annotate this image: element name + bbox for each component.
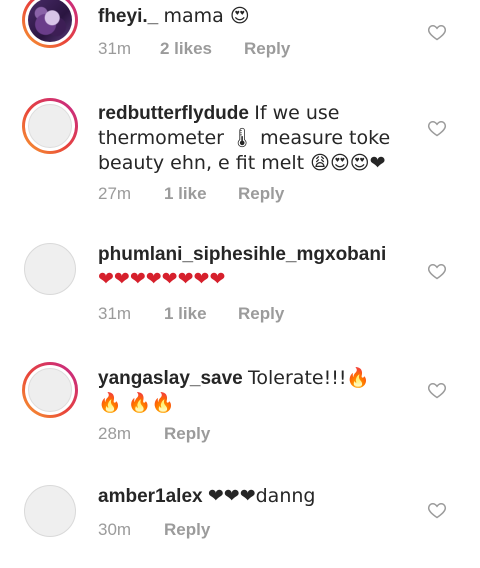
heart-outline-icon[interactable]	[427, 500, 447, 520]
reply-button[interactable]: Reply	[238, 304, 284, 324]
comment-time: 30m	[98, 520, 132, 539]
comment-username[interactable]: yangaslay_save	[98, 368, 243, 389]
comment-time: 31m	[98, 304, 132, 323]
profile-photo	[28, 368, 72, 412]
profile-photo	[28, 104, 72, 148]
comment-username[interactable]: fheyi._	[98, 6, 158, 27]
comment-time: 28m	[98, 424, 132, 443]
comment-body: phumlani_siphesihle_mgxobani ❤❤❤❤❤❤❤❤	[98, 243, 418, 292]
avatar[interactable]	[24, 243, 76, 295]
comment-meta: 31m 2 likes Reply	[98, 39, 290, 59]
comment-body: redbutterflydude If we use thermometer 🌡…	[98, 101, 418, 176]
profile-photo	[28, 0, 72, 42]
comment-text: mama 😍	[163, 5, 250, 27]
avatar[interactable]	[22, 362, 78, 418]
comment-meta: 27m 1 like Reply	[98, 184, 284, 204]
comment-likes[interactable]: 1 like	[164, 184, 238, 204]
comment-text: ❤❤❤❤❤❤❤❤	[98, 268, 226, 290]
avatar[interactable]	[22, 98, 78, 154]
heart-outline-icon[interactable]	[427, 261, 447, 281]
comment-meta: 31m 1 like Reply	[98, 304, 284, 324]
comment-username[interactable]: redbutterflydude	[98, 103, 249, 124]
reply-button[interactable]: Reply	[244, 39, 290, 59]
comment-text: ❤❤❤danng	[207, 485, 316, 507]
heart-outline-icon[interactable]	[427, 22, 447, 42]
comment-likes[interactable]: 2 likes	[160, 39, 244, 59]
comment-username[interactable]: amber1alex	[98, 486, 203, 507]
comment-body: yangaslay_save Tolerate!!!🔥 🔥 🔥🔥	[98, 366, 398, 416]
heart-outline-icon[interactable]	[427, 380, 447, 400]
reply-button[interactable]: Reply	[164, 424, 210, 444]
comment-likes[interactable]: 1 like	[164, 304, 238, 324]
avatar[interactable]	[22, 0, 78, 48]
reply-button[interactable]: Reply	[164, 520, 210, 540]
comment-body: amber1alex ❤❤❤danng	[98, 484, 418, 509]
comment-body: fheyi._ mama 😍	[98, 4, 418, 29]
comment-time: 27m	[98, 184, 132, 203]
comment-time: 31m	[98, 39, 132, 58]
heart-outline-icon[interactable]	[427, 118, 447, 138]
comment-username[interactable]: phumlani_siphesihle_mgxobani	[98, 244, 386, 265]
comment-meta: 30m Reply	[98, 520, 210, 540]
reply-button[interactable]: Reply	[238, 184, 284, 204]
avatar[interactable]	[24, 485, 76, 537]
comment-meta: 28m Reply	[98, 424, 210, 444]
